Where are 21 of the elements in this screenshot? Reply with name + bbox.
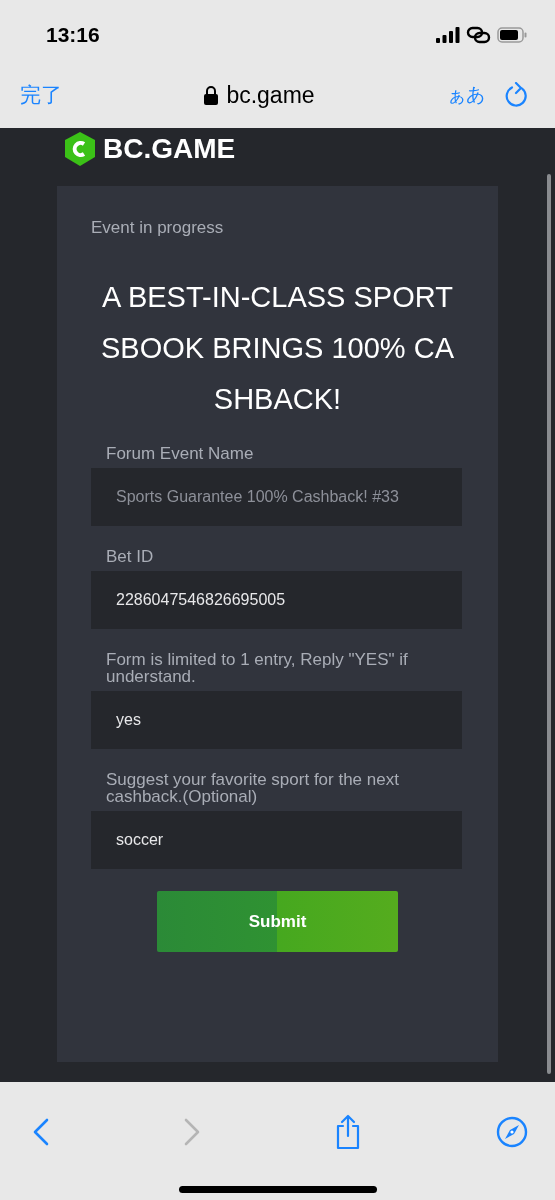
reload-icon[interactable] xyxy=(505,82,529,108)
link-icon xyxy=(466,26,491,44)
compass-icon[interactable] xyxy=(495,1116,528,1148)
input-field[interactable]: yes xyxy=(91,691,462,749)
input-field[interactable]: 2286047546826695005 xyxy=(91,571,462,629)
form-title: A BEST-IN-CLASS SPORTSBOOK BRINGS 100% CASHBACK! xyxy=(100,280,455,417)
event-status: Event in progress xyxy=(91,218,225,238)
field-label: Suggest your favorite sport for the next cashback.(Optional) xyxy=(105,771,400,805)
field-label: Forum Event Name xyxy=(105,445,255,462)
input-field[interactable]: soccer xyxy=(91,811,462,869)
clock-time: 13:16 xyxy=(46,23,100,47)
submit-button[interactable]: Submit xyxy=(157,891,398,952)
battery-icon xyxy=(497,27,527,43)
back-icon[interactable] xyxy=(32,1117,50,1147)
lock-icon xyxy=(204,85,219,105)
url-text[interactable]: bc.game xyxy=(226,81,315,109)
logo-icon xyxy=(65,132,95,166)
signal-icon xyxy=(436,27,460,43)
logo-text: BC.GAME xyxy=(103,133,236,165)
field-label: Form is limited to 1 entry, Reply "YES" if understand. xyxy=(105,651,409,685)
field-label: Bet ID xyxy=(105,548,155,565)
